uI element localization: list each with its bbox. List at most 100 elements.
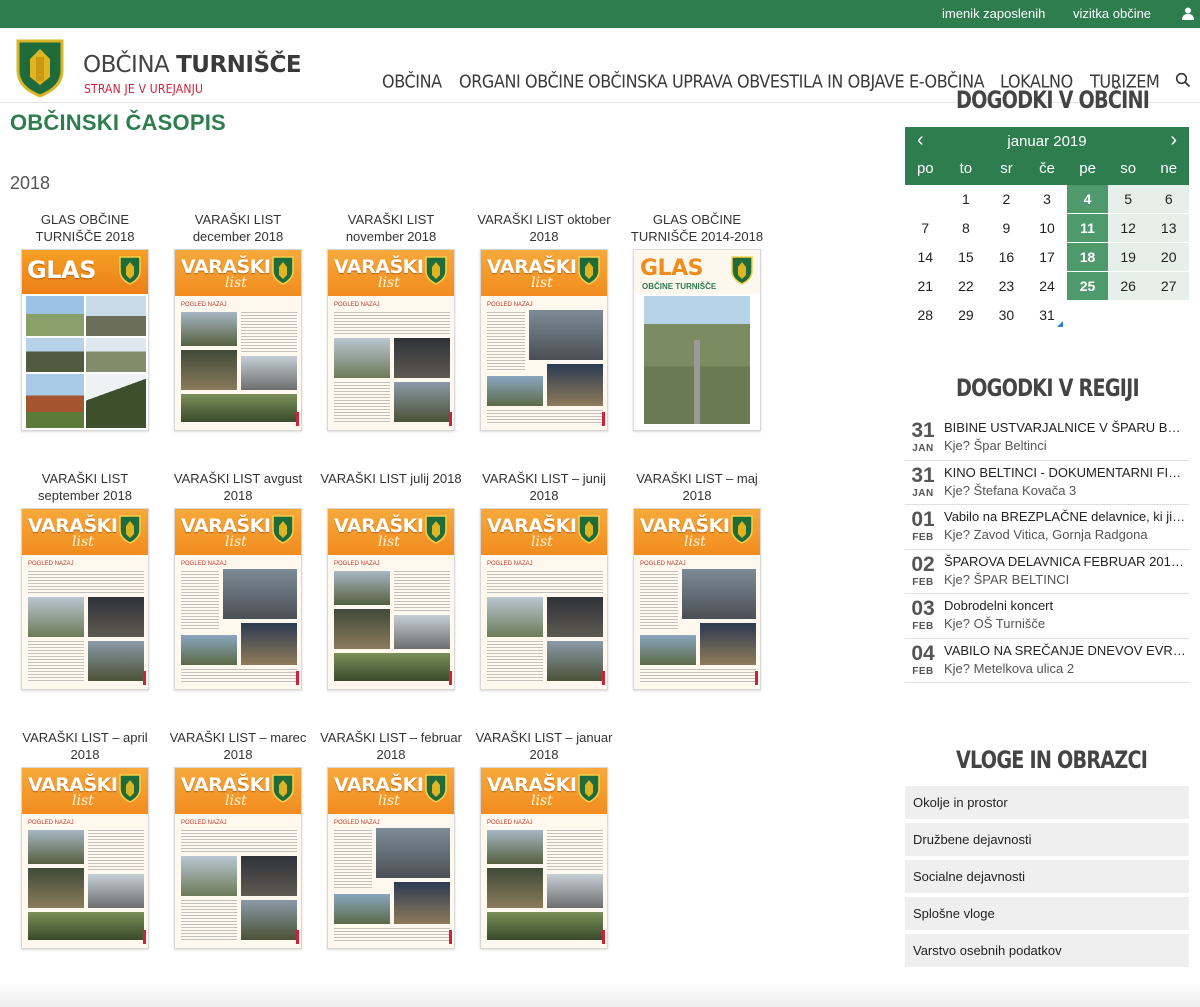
region-event-item[interactable]: 31JAN KINO BELTINCI - DOKUMENTARNI FILM P… — [905, 461, 1189, 505]
issue-cover-image[interactable]: VARAŠKI list POGLED NAZAJ — [327, 767, 455, 949]
issue-card[interactable]: VARAŠKI LIST oktober 2018 VARAŠKI list POGL… — [469, 211, 619, 431]
calendar-day[interactable]: 17 — [1027, 243, 1068, 271]
chevron-right-icon[interactable]: › — [1170, 129, 1177, 152]
calendar-day[interactable]: 29 — [946, 301, 987, 329]
event-title[interactable]: Dobrodelni koncert — [944, 598, 1188, 613]
calendar-day[interactable]: 4 — [1067, 185, 1108, 213]
calendar-day[interactable]: 28 — [905, 301, 946, 329]
issue-card[interactable]: VARAŠKI LIST julij 2018 VARAŠKI list POGLED… — [316, 470, 466, 690]
calendar-day[interactable]: 16 — [986, 243, 1027, 271]
brand-name[interactable]: OBČINA TURNIŠČE — [83, 52, 302, 78]
calendar-day[interactable]: 25 — [1067, 272, 1108, 300]
issue-title[interactable]: VARAŠKI LIST – maj 2018 — [622, 470, 772, 506]
issue-title[interactable]: VARAŠKI LIST – junij 2018 — [469, 470, 619, 506]
event-title[interactable]: Vabilo na BREZPLAČNE delavnice, ki jih p… — [944, 509, 1188, 524]
nav-item-obcinska-uprava[interactable]: OBČINSKA UPRAVA — [588, 71, 733, 92]
issue-title[interactable]: VARAŠKI LIST – marec 2018 — [163, 729, 313, 765]
nav-item-organi-obcine[interactable]: ORGANI OBČINE — [459, 71, 584, 92]
forms-list-item[interactable]: Splošne vloge — [905, 897, 1189, 930]
issue-cover-image[interactable]: GLAS — [21, 249, 149, 431]
issue-card[interactable]: VARAŠKI LIST – januar 2018 VARAŠKI list POG… — [469, 729, 619, 949]
issue-title[interactable]: GLAS OBČINE TURNIŠČE 2014-2018 — [622, 211, 772, 247]
calendar-day[interactable]: 18 — [1067, 243, 1108, 271]
calendar-day[interactable]: 3 — [1027, 185, 1068, 213]
calendar-day[interactable]: 8 — [946, 214, 987, 242]
calendar-day[interactable]: 27 — [1148, 272, 1189, 300]
municipality-crest-icon[interactable] — [14, 37, 66, 97]
issue-card[interactable]: VARAŠKI LIST – april 2018 VARAŠKI list POGL… — [10, 729, 160, 949]
calendar-day[interactable]: 6 — [1148, 185, 1189, 213]
region-event-item[interactable]: 03 FEB Dobrodelni koncert Kje? OŠ Turnišče — [905, 594, 1189, 639]
issue-card[interactable]: VARAŠKI LIST november 2018 VARAŠKI list POG… — [316, 211, 466, 431]
issue-cover-image[interactable]: VARAŠKI list POGLED NAZAJ — [21, 508, 149, 690]
region-event-item[interactable]: 31JAN BIBINE USTVARJALNICE V ŠPARU BELTIN… — [905, 416, 1189, 461]
issue-card[interactable]: VARAŠKI LIST – junij 2018 VARAŠKI list POGL… — [469, 470, 619, 690]
issue-cover-image[interactable]: VARAŠKI list POGLED NAZAJ — [480, 249, 608, 431]
issue-title[interactable]: VARAŠKI LIST december 2018 — [163, 211, 313, 247]
calendar-day[interactable]: 21 — [905, 272, 946, 300]
calendar-day[interactable]: 5 — [1107, 185, 1149, 213]
calendar-day[interactable]: 23 — [986, 272, 1027, 300]
municipality-card-link[interactable]: vizitka občine — [1073, 6, 1151, 21]
forms-list-item[interactable]: Družbene dejavnosti — [905, 823, 1189, 856]
calendar-day[interactable]: 2 — [986, 185, 1027, 213]
issue-cover-image[interactable]: VARAŠKI list POGLED NAZAJ — [327, 508, 455, 690]
calendar-day[interactable]: 10 — [1027, 214, 1068, 242]
event-title[interactable]: KINO BELTINCI - DOKUMENTARNI FILM PTICE — [944, 465, 1188, 480]
calendar-day[interactable]: 22 — [946, 272, 987, 300]
issue-cover-image[interactable]: VARAŠKI list POGLED NAZAJ — [174, 508, 302, 690]
issue-cover-image[interactable]: VARAŠKI list POGLED NAZAJ — [480, 767, 608, 949]
calendar-day[interactable]: 9 — [986, 214, 1027, 242]
issue-cover-image[interactable]: VARAŠKI list POGLED NAZAJ — [480, 508, 608, 690]
calendar-day[interactable]: 7 — [905, 214, 946, 242]
nav-item-obvestila[interactable]: OBVESTILA IN OBJAVE — [737, 71, 905, 92]
issue-cover-image[interactable]: VARAŠKI list POGLED NAZAJ — [327, 249, 455, 431]
issue-title[interactable]: VARAŠKI LIST – februar 2018 — [316, 729, 466, 765]
issue-cover-image[interactable]: VARAŠKI list POGLED NAZAJ — [174, 767, 302, 949]
region-event-item[interactable]: 02FEB ŠPAROVA DELAVNICA FEBRUAR 2019 - VR… — [905, 550, 1189, 594]
issue-title[interactable]: VARAŠKI LIST november 2018 — [316, 211, 466, 247]
calendar-day[interactable]: 12 — [1107, 214, 1149, 242]
region-event-item[interactable]: 01 FEB Vabilo na BREZPLAČNE delavnice, ki … — [905, 505, 1189, 550]
region-event-item[interactable]: 04FEB VABILO NA SREČANJE DNEVOV EVROPSKE … — [905, 639, 1189, 683]
issue-title[interactable]: VARAŠKI LIST – april 2018 — [10, 729, 160, 765]
calendar-day[interactable]: 26 — [1107, 272, 1149, 300]
nav-item-obcina[interactable]: OBČINA — [382, 71, 442, 92]
event-title[interactable]: VABILO NA SREČANJE DNEVOV EVROPSKE DEDIŠ… — [944, 643, 1188, 658]
forms-list-item[interactable]: Okolje in prostor — [905, 786, 1189, 819]
issue-title[interactable]: VARAŠKI LIST september 2018 — [10, 470, 160, 506]
issue-cover-image[interactable]: VARAŠKI list POGLED NAZAJ — [21, 767, 149, 949]
search-icon[interactable] — [1175, 72, 1191, 88]
event-title[interactable]: BIBINE USTVARJALNICE V ŠPARU BELTINCI — [944, 420, 1188, 435]
calendar-day[interactable]: 31 — [1027, 301, 1068, 329]
issue-card[interactable]: VARAŠKI LIST – februar 2018 VARAŠKI list PO… — [316, 729, 466, 949]
staff-directory-link[interactable]: imenik zaposlenih — [942, 6, 1045, 21]
issue-cover-image[interactable]: VARAŠKI list POGLED NAZAJ — [174, 249, 302, 431]
issue-title[interactable]: VARAŠKI LIST oktober 2018 — [469, 211, 619, 247]
calendar-day[interactable]: 14 — [905, 243, 946, 271]
forms-list-item[interactable]: Varstvo osebnih podatkov — [905, 934, 1189, 967]
issue-cover-image[interactable]: GLAS OBČINE TURNIŠČE — [633, 249, 761, 431]
issue-title[interactable]: VARAŠKI LIST – januar 2018 — [469, 729, 619, 765]
calendar-day[interactable]: 1 — [946, 185, 987, 213]
issue-title[interactable]: GLAS OBČINE TURNIŠČE 2018 — [10, 211, 160, 247]
issue-cover-image[interactable]: VARAŠKI list POGLED NAZAJ — [633, 508, 761, 690]
issue-card[interactable]: VARAŠKI LIST september 2018 VARAŠKI list PO… — [10, 470, 160, 690]
calendar-day[interactable]: 20 — [1148, 243, 1189, 271]
issue-card[interactable]: VARAŠKI LIST avgust 2018 VARAŠKI list POGLE… — [163, 470, 313, 690]
issue-card[interactable]: GLAS OBČINE TURNIŠČE 2014-2018 GLAS OBČINE… — [622, 211, 772, 431]
issue-card[interactable]: VARAŠKI LIST – marec 2018 VARAŠKI list POGL… — [163, 729, 313, 949]
calendar-day[interactable]: 11 — [1067, 214, 1108, 242]
calendar-day[interactable]: 30 — [986, 301, 1027, 329]
forms-list-item[interactable]: Socialne dejavnosti — [905, 860, 1189, 893]
calendar-day[interactable]: 19 — [1107, 243, 1149, 271]
issue-title[interactable]: VARAŠKI LIST julij 2018 — [316, 470, 466, 506]
issue-card[interactable]: VARAŠKI LIST december 2018 VARAŠKI list POG… — [163, 211, 313, 431]
event-title[interactable]: ŠPAROVA DELAVNICA FEBRUAR 2019 - VRTEC — [944, 554, 1188, 569]
calendar-day[interactable]: 24 — [1027, 272, 1068, 300]
issue-card[interactable]: VARAŠKI LIST – maj 2018 VARAŠKI list POGLED… — [622, 470, 772, 690]
issue-card[interactable]: GLAS OBČINE TURNIŠČE 2018 GLAS — [10, 211, 160, 431]
calendar-day[interactable]: 13 — [1148, 214, 1189, 242]
calendar-day[interactable]: 15 — [946, 243, 987, 271]
issue-title[interactable]: VARAŠKI LIST avgust 2018 — [163, 470, 313, 506]
